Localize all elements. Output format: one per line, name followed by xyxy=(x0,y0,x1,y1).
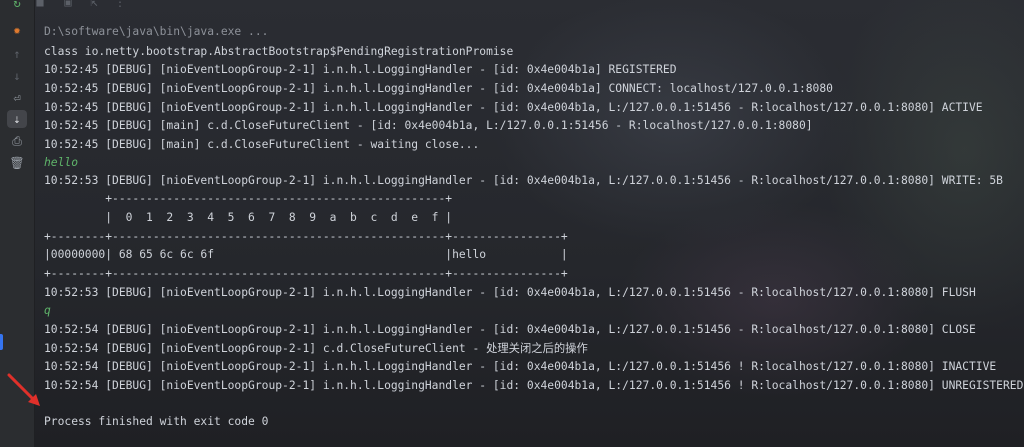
log-line: 10:52:45 [DEBUG] [nioEventLoopGroup-2-1]… xyxy=(44,63,677,76)
user-input-line: q xyxy=(44,304,51,317)
log-line: |00000000| 68 65 6c 6c 6f |hello | xyxy=(44,248,568,261)
log-line: 10:52:45 [DEBUG] [nioEventLoopGroup-2-1]… xyxy=(44,82,833,95)
soft-wrap-icon[interactable]: ⏎ xyxy=(7,89,27,107)
bug-icon[interactable]: ✹ xyxy=(7,21,27,39)
log-line: +--------+------------------------------… xyxy=(44,267,568,280)
up-arrow-icon[interactable]: ↑ xyxy=(7,45,27,63)
user-input-line: hello xyxy=(44,156,79,169)
log-line: 10:52:45 [DEBUG] [nioEventLoopGroup-2-1]… xyxy=(44,101,983,114)
scroll-to-end-icon[interactable]: ⇣ xyxy=(7,110,27,128)
log-line: 10:52:54 [DEBUG] [nioEventLoopGroup-2-1]… xyxy=(44,379,1024,392)
log-line: 10:52:53 [DEBUG] [nioEventLoopGroup-2-1]… xyxy=(44,174,1003,187)
log-line: | 0 1 2 3 4 5 6 7 8 9 a b c d e f | xyxy=(44,211,453,224)
print-icon[interactable]: ⎙ xyxy=(7,132,27,150)
log-line: 10:52:54 [DEBUG] [nioEventLoopGroup-2-1]… xyxy=(44,360,997,373)
log-line: +--------+------------------------------… xyxy=(44,230,568,243)
log-line: 10:52:53 [DEBUG] [nioEventLoopGroup-2-1]… xyxy=(44,286,976,299)
log-line: +---------------------------------------… xyxy=(44,192,453,205)
exit-status-line: Process finished with exit code 0 xyxy=(44,415,269,428)
command-line: D:\software\java\bin\java.exe ... xyxy=(44,25,269,38)
log-line: 10:52:54 [DEBUG] [nioEventLoopGroup-2-1]… xyxy=(44,342,588,355)
console-output[interactable]: D:\software\java\bin\java.exe ... class i… xyxy=(34,0,1024,447)
log-line: class io.netty.bootstrap.AbstractBootstr… xyxy=(44,45,514,58)
down-arrow-icon[interactable]: ↓ xyxy=(7,67,27,85)
log-line: 10:52:45 [DEBUG] [main] c.d.CloseFutureC… xyxy=(44,138,480,151)
log-line: 10:52:45 [DEBUG] [main] c.d.CloseFutureC… xyxy=(44,119,813,132)
trash-icon[interactable]: 🗑 xyxy=(7,154,27,172)
log-line: 10:52:54 [DEBUG] [nioEventLoopGroup-2-1]… xyxy=(44,323,976,336)
side-accent-marker xyxy=(0,334,3,350)
